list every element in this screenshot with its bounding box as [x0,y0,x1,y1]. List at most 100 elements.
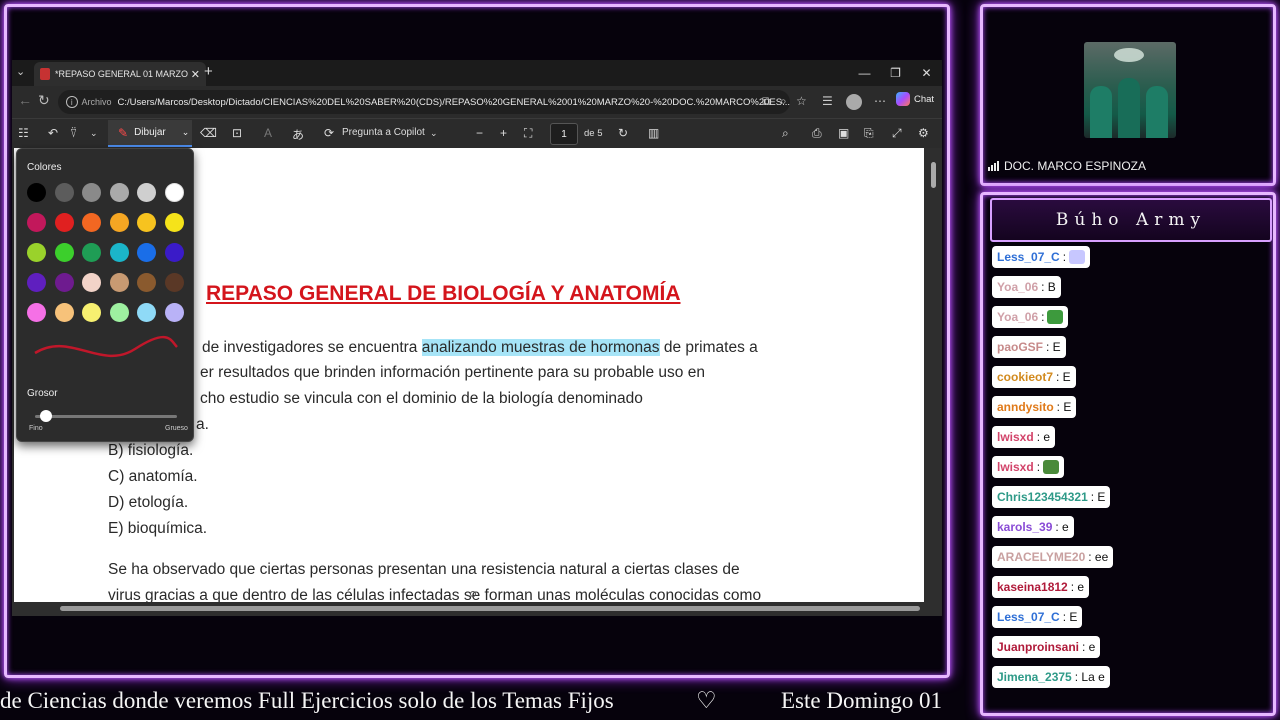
settings-gear-icon[interactable]: ⚙ [918,126,929,140]
chat-label: Chat [914,93,935,105]
color-swatch[interactable] [27,273,46,292]
color-swatch[interactable] [82,273,102,292]
thin-label: Fino [29,425,43,432]
url-input[interactable]: i Archivo C:/Users/Marcos/Desktop/Dictad… [58,90,790,114]
chat-username: anndysito [997,400,1054,414]
save-icon[interactable]: ▣ [838,126,849,140]
color-swatch[interactable] [54,183,74,202]
extension-icon[interactable]: ⧉ [762,94,771,109]
draw-button[interactable]: ✎ Dibujar ⌄ [108,120,192,147]
ask-copilot-button[interactable]: Pregunta a Copilot [342,127,425,138]
color-swatch[interactable] [109,243,129,262]
thickness-slider-track[interactable] [35,415,177,418]
fullscreen-icon[interactable]: ⤢ [892,126,902,141]
horizontal-scrollbar[interactable] [60,606,920,611]
pen-cursor-icon [470,591,476,597]
color-swatch[interactable] [27,213,46,232]
more-options-icon[interactable]: ⋯ [874,94,886,108]
chat-username: ARACELYME20 [997,550,1086,564]
color-swatch[interactable] [82,213,102,232]
color-swatch[interactable] [27,243,46,262]
color-swatch[interactable] [109,213,129,232]
chat-text: : La e [1074,670,1105,684]
back-icon[interactable]: ← [18,92,32,108]
chat-emote-icon [1047,310,1064,324]
favorites-list-icon[interactable]: ☰ [822,94,833,108]
stroke-preview [34,335,178,358]
chat-text: : E [1062,610,1078,624]
color-swatch[interactable] [54,273,74,292]
text-box-icon[interactable]: ⊡ [232,126,242,140]
copilot-toolbar-icon[interactable]: ⟳ [324,126,334,140]
highlighted-text: analizando muestras de hormonas [421,339,660,356]
contents-icon[interactable]: ☷ [18,126,29,140]
tab-actions-icon[interactable]: ⌄ [16,65,25,78]
color-swatch[interactable] [137,183,157,202]
eraser-icon[interactable]: ⌫ [200,126,217,140]
restore-icon[interactable]: ❐ [880,60,911,86]
read-aloud-icon[interactable]: あ [292,126,304,143]
chat-text: : [1036,460,1041,474]
chat-username: karols_39 [997,520,1053,534]
color-swatch[interactable] [137,243,157,262]
color-swatch[interactable] [137,273,157,292]
draw-dropdown-icon[interactable]: ⌄ [182,127,190,138]
color-swatch[interactable] [54,303,74,322]
chat-header: Búho Army [990,198,1272,242]
color-swatch[interactable] [165,303,184,322]
rotate-icon[interactable]: ↻ [618,126,628,140]
chat-emote-icon [1043,460,1060,474]
fit-page-icon[interactable]: ⛶ [524,126,532,141]
color-swatch[interactable] [109,273,129,292]
chat-message: Yoa_06: B [992,276,1061,298]
site-info-icon[interactable]: i [66,96,78,108]
color-swatch[interactable] [165,273,184,292]
chat-username: Yoa_06 [997,280,1039,294]
thick-label: Grueso [165,425,188,432]
refresh-icon[interactable]: ↻ [38,92,50,109]
page-number-input[interactable]: 1 [550,123,578,145]
new-tab-icon[interactable]: + [204,63,213,80]
vertical-scrollbar[interactable] [928,152,938,592]
page-view-icon[interactable]: ▥ [648,126,659,140]
highlight-dropdown-icon[interactable]: ⌄ [90,128,98,139]
copilot-chat-button[interactable]: Chat [896,92,934,106]
copilot-dropdown-icon[interactable]: ⌄ [430,128,438,139]
chat-text: : e [1070,580,1085,594]
color-swatch[interactable] [165,213,184,232]
close-tab-icon[interactable]: ✕ [191,68,200,81]
option-a: a. [196,416,209,433]
thickness-slider-handle[interactable] [40,410,53,422]
zoom-out-icon[interactable]: − [476,126,483,140]
text-format-icon[interactable]: A [264,126,272,140]
highlight-icon[interactable]: ⍢ [70,126,77,141]
color-swatch[interactable] [54,213,74,232]
color-swatch[interactable] [82,303,102,322]
color-swatch[interactable] [82,183,102,202]
minimize-icon[interactable]: — [849,60,880,86]
profile-avatar[interactable] [846,94,862,110]
color-swatch[interactable] [109,183,129,202]
question-line-3: cho estudio se vincula con el dominio de… [200,390,643,407]
undo-icon[interactable]: ↶ [48,126,58,140]
chat-message: ARACELYME20: ee [992,546,1114,568]
color-swatch[interactable] [27,303,46,322]
color-swatch[interactable] [82,243,102,262]
zoom-in-icon[interactable]: + [500,126,507,140]
color-swatch[interactable] [137,213,157,232]
color-swatch[interactable] [137,303,157,322]
zoom-icon[interactable]: ⌕ [780,94,787,109]
chat-text: : ee [1088,550,1109,564]
print-icon[interactable]: ⎙ [812,126,822,141]
color-swatch[interactable] [165,183,184,202]
save-as-icon[interactable]: ⎘ [864,126,874,141]
tab-pdf[interactable]: *REPASO GENERAL 01 MARZO - D ✕ [34,62,206,86]
color-swatch[interactable] [54,243,74,262]
color-swatch[interactable] [165,243,184,262]
color-swatch[interactable] [109,303,129,322]
search-icon[interactable]: ⌕ [782,126,789,141]
color-swatch[interactable] [27,183,46,202]
chat-message: lwisxd: [992,456,1065,478]
favorite-star-icon[interactable]: ☆ [796,94,807,108]
close-window-icon[interactable]: ✕ [911,60,942,86]
